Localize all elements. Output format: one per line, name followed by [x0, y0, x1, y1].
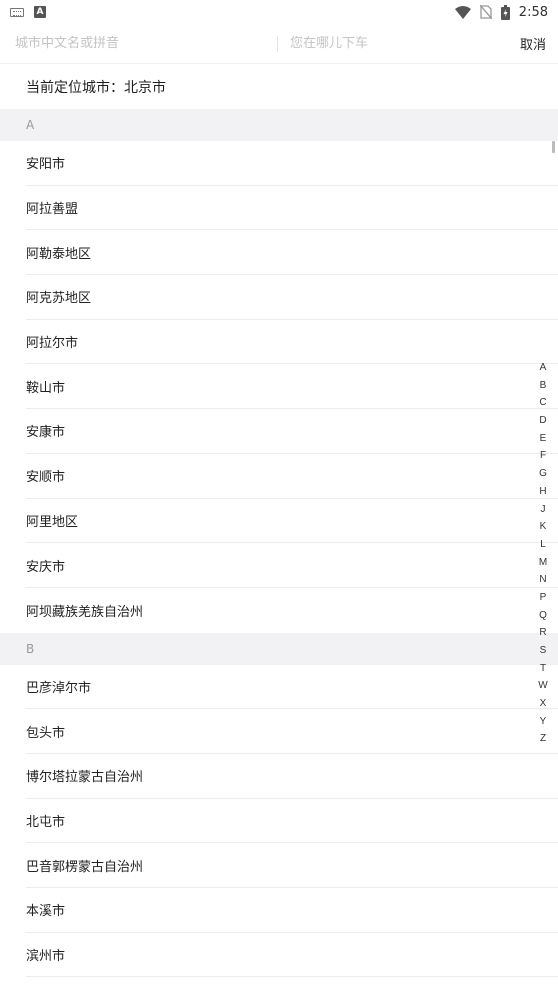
list-item[interactable]: 阿克苏地区 — [26, 275, 558, 320]
list-item[interactable]: 包头市 — [26, 709, 558, 754]
list-item[interactable]: 安顺市 — [26, 454, 558, 499]
destination-input[interactable] — [290, 36, 512, 51]
search-divider — [277, 35, 278, 52]
index-letter-x[interactable]: X — [540, 695, 547, 713]
index-letter-k[interactable]: K — [540, 518, 547, 536]
cancel-button[interactable]: 取消 — [512, 34, 546, 53]
index-letter-j[interactable]: J — [541, 501, 546, 519]
clock: 2:58 — [518, 4, 548, 20]
index-letter-p[interactable]: P — [540, 589, 547, 607]
scrollbar-thumb[interactable] — [552, 141, 555, 153]
index-letter-s[interactable]: S — [540, 642, 547, 660]
index-letter-l[interactable]: L — [540, 536, 546, 554]
index-letter-f[interactable]: F — [540, 447, 546, 465]
list-item[interactable]: 滨州市 — [26, 933, 558, 978]
list-item[interactable]: 北屯市 — [26, 799, 558, 844]
input-method-icon: A — [34, 6, 46, 18]
section-header-a: A — [0, 109, 558, 141]
index-letter-z[interactable]: Z — [540, 730, 546, 748]
list-item[interactable]: 阿拉尔市 — [26, 320, 558, 365]
wifi-icon — [454, 5, 471, 19]
index-letter-g[interactable]: G — [539, 465, 547, 483]
index-letter-y[interactable]: Y — [540, 713, 547, 731]
index-letter-r[interactable]: R — [539, 624, 546, 642]
index-letter-a[interactable]: A — [540, 359, 547, 377]
index-letter-q[interactable]: Q — [539, 607, 547, 625]
current-location-city: 当前定位城市：北京市 — [26, 79, 166, 96]
keyboard-icon — [10, 7, 24, 17]
list-item[interactable]: 鞍山市 — [26, 364, 558, 410]
status-left: A — [10, 6, 46, 18]
city-list[interactable]: A 安阳市 阿拉善盟 阿勒泰地区 阿克苏地区 阿拉尔市 鞍山市 安康市 安顺市 … — [0, 109, 558, 978]
index-letter-m[interactable]: M — [539, 554, 547, 572]
index-letter-c[interactable]: C — [539, 394, 546, 412]
list-item[interactable]: 本溪市 — [26, 888, 558, 933]
list-item[interactable]: 巴音郭楞蒙古自治州 — [26, 843, 558, 888]
section-header-b: B — [0, 632, 558, 665]
list-item[interactable]: 阿坝藏族羌族自治州 — [26, 588, 558, 633]
index-letter-h[interactable]: H — [539, 483, 546, 501]
status-right: 2:58 — [454, 4, 548, 20]
city-search-input[interactable] — [15, 36, 277, 51]
list-item[interactable]: 阿勒泰地区 — [26, 230, 558, 276]
index-letter-t[interactable]: T — [540, 660, 546, 678]
index-letter-e[interactable]: E — [540, 430, 547, 448]
list-item[interactable]: 巴彦淖尔市 — [26, 665, 558, 710]
list-item[interactable]: 阿拉善盟 — [26, 186, 558, 231]
index-letter-d[interactable]: D — [539, 412, 546, 430]
index-letter-b[interactable]: B — [540, 377, 547, 395]
no-sim-icon — [479, 5, 492, 19]
index-letter-w[interactable]: W — [538, 677, 547, 695]
status-bar: A 2:58 — [0, 0, 558, 24]
list-item[interactable]: 阿里地区 — [26, 499, 558, 544]
list-item[interactable]: 安康市 — [26, 409, 558, 454]
list-item[interactable]: 安阳市 — [26, 141, 558, 186]
index-letter-n[interactable]: N — [539, 571, 546, 589]
search-bar: 取消 — [0, 24, 558, 64]
list-item[interactable]: 博尔塔拉蒙古自治州 — [26, 754, 558, 799]
alphabet-index-bar[interactable]: A B C D E F G H J K L M N P Q R S T W X … — [536, 359, 550, 748]
battery-icon — [500, 4, 510, 20]
list-item[interactable]: 安庆市 — [26, 543, 558, 588]
